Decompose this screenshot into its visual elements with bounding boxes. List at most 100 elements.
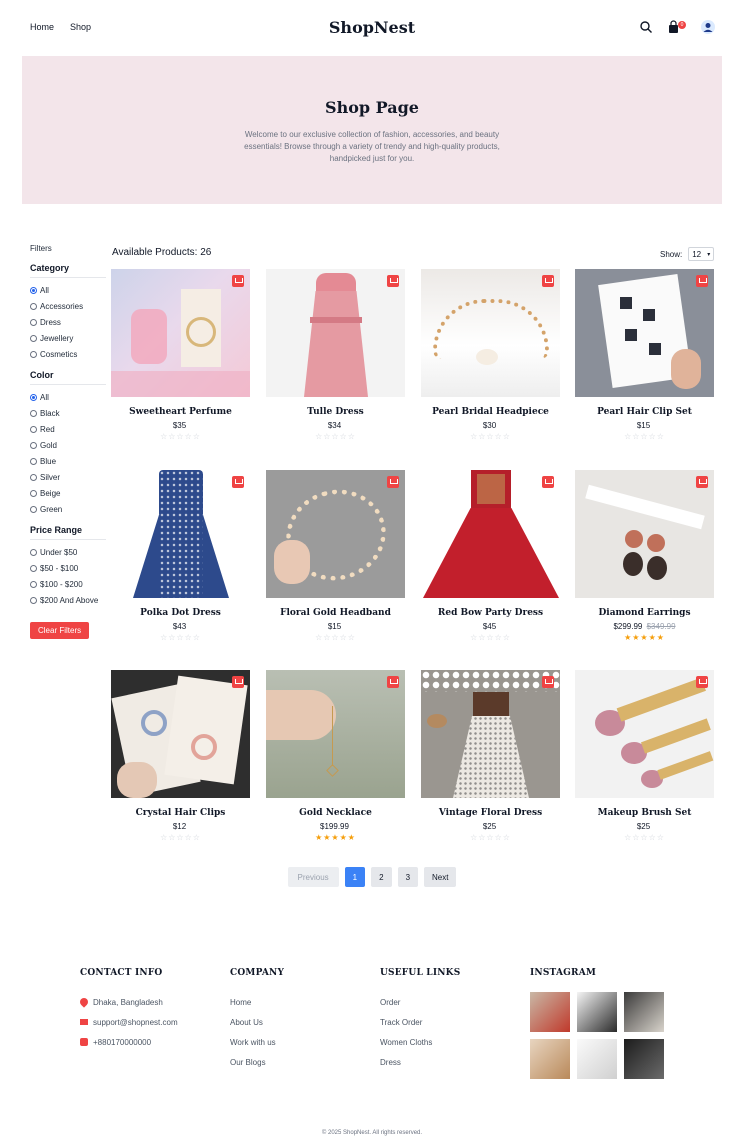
product-name[interactable]: Polka Dot Dress <box>111 608 250 618</box>
product-name[interactable]: Crystal Hair Clips <box>111 808 250 818</box>
product-name[interactable]: Gold Necklace <box>266 808 405 818</box>
footer-link[interactable]: Home <box>230 992 370 1012</box>
add-to-cart-icon[interactable] <box>542 275 554 287</box>
color-option[interactable]: Red <box>30 421 106 437</box>
product-card[interactable]: Red Bow Party Dress $45 ☆☆☆☆☆ <box>421 470 560 642</box>
radio-icon[interactable] <box>30 505 37 513</box>
add-to-cart-icon[interactable] <box>542 676 554 688</box>
add-to-cart-icon[interactable] <box>387 275 399 287</box>
product-card[interactable]: Tulle Dress $34 ☆☆☆☆☆ <box>266 269 405 441</box>
product-card[interactable]: Floral Gold Headband $15 ☆☆☆☆☆ <box>266 470 405 642</box>
product-card[interactable]: Pearl Bridal Headpiece $30 ☆☆☆☆☆ <box>421 269 560 441</box>
instagram-photo[interactable] <box>624 1039 664 1079</box>
color-option[interactable]: All <box>30 389 106 405</box>
product-card[interactable]: Sweetheart Perfume $35 ☆☆☆☆☆ <box>111 269 250 441</box>
product-card[interactable]: Vintage Floral Dress $25 ☆☆☆☆☆ <box>421 670 560 842</box>
price-option[interactable]: Under $50 <box>30 544 106 560</box>
category-option[interactable]: All <box>30 282 106 298</box>
radio-checked-icon[interactable] <box>30 286 37 294</box>
radio-icon[interactable] <box>30 334 37 342</box>
color-option[interactable]: Silver <box>30 469 106 485</box>
price-option[interactable]: $100 - $200 <box>30 576 106 592</box>
footer-link[interactable]: Track Order <box>380 1012 520 1032</box>
product-name[interactable]: Makeup Brush Set <box>575 808 714 818</box>
product-image[interactable] <box>575 269 714 397</box>
contact-phone[interactable]: +880170000000 <box>80 1032 220 1052</box>
radio-icon[interactable] <box>30 318 37 326</box>
instagram-photo[interactable] <box>577 992 617 1032</box>
color-option[interactable]: Black <box>30 405 106 421</box>
per-page-select[interactable]: 12 ▾ <box>688 247 715 261</box>
clear-filters-button[interactable]: Clear Filters <box>30 622 90 639</box>
add-to-cart-icon[interactable] <box>696 676 708 688</box>
product-name[interactable]: Floral Gold Headband <box>266 608 405 618</box>
page-button-3[interactable]: 3 <box>397 867 419 887</box>
price-option[interactable]: $200 And Above <box>30 592 106 608</box>
product-card[interactable]: Pearl Hair Clip Set $15 ☆☆☆☆☆ <box>575 269 714 441</box>
phone-text[interactable]: +880170000000 <box>93 1038 151 1047</box>
product-name[interactable]: Tulle Dress <box>266 407 405 417</box>
product-image[interactable] <box>111 670 250 798</box>
previous-page-button[interactable]: Previous <box>287 867 339 887</box>
radio-icon[interactable] <box>30 425 37 433</box>
product-name[interactable]: Vintage Floral Dress <box>421 808 560 818</box>
instagram-photo[interactable] <box>530 1039 570 1079</box>
footer-link[interactable]: Work with us <box>230 1032 370 1052</box>
product-image[interactable] <box>111 269 250 397</box>
color-option[interactable]: Gold <box>30 437 106 453</box>
search-icon[interactable] <box>639 20 653 34</box>
product-name[interactable]: Sweetheart Perfume <box>111 407 250 417</box>
radio-icon[interactable] <box>30 302 37 310</box>
radio-icon[interactable] <box>30 441 37 449</box>
add-to-cart-icon[interactable] <box>387 476 399 488</box>
radio-icon[interactable] <box>30 473 37 481</box>
product-card[interactable]: Polka Dot Dress $43 ☆☆☆☆☆ <box>111 470 250 642</box>
add-to-cart-icon[interactable] <box>696 476 708 488</box>
radio-icon[interactable] <box>30 548 37 556</box>
product-card[interactable]: Crystal Hair Clips $12 ☆☆☆☆☆ <box>111 670 250 842</box>
category-option[interactable]: Jewellery <box>30 330 106 346</box>
instagram-photo[interactable] <box>624 992 664 1032</box>
radio-icon[interactable] <box>30 350 37 358</box>
radio-checked-icon[interactable] <box>30 393 37 401</box>
product-card[interactable]: Gold Necklace $199.99 ★★★★★ <box>266 670 405 842</box>
product-image[interactable] <box>111 470 250 598</box>
add-to-cart-icon[interactable] <box>232 476 244 488</box>
product-image[interactable] <box>266 470 405 598</box>
add-to-cart-icon[interactable] <box>232 275 244 287</box>
page-button-2[interactable]: 2 <box>371 867 392 887</box>
footer-link[interactable]: About Us <box>230 1012 370 1032</box>
add-to-cart-icon[interactable] <box>542 476 554 488</box>
radio-icon[interactable] <box>30 489 37 497</box>
contact-email[interactable]: support@shopnest.com <box>80 1012 220 1032</box>
category-option[interactable]: Accessories <box>30 298 106 314</box>
color-option[interactable]: Blue <box>30 453 106 469</box>
product-image[interactable] <box>421 670 560 798</box>
product-name[interactable]: Red Bow Party Dress <box>421 608 560 618</box>
page-button-1[interactable]: 1 <box>344 867 366 887</box>
instagram-photo[interactable] <box>577 1039 617 1079</box>
radio-icon[interactable] <box>30 564 37 572</box>
product-card[interactable]: Makeup Brush Set $25 ☆☆☆☆☆ <box>575 670 714 842</box>
next-page-button[interactable]: Next <box>424 867 457 887</box>
product-image[interactable] <box>266 269 405 397</box>
product-image[interactable] <box>421 470 560 598</box>
product-image[interactable] <box>421 269 560 397</box>
brand-logo[interactable]: ShopNest <box>0 18 744 37</box>
price-option[interactable]: $50 - $100 <box>30 560 106 576</box>
product-name[interactable]: Diamond Earrings <box>575 608 714 618</box>
add-to-cart-icon[interactable] <box>387 676 399 688</box>
footer-link[interactable]: Women Cloths <box>380 1032 520 1052</box>
user-avatar-icon[interactable] <box>701 20 715 34</box>
product-card[interactable]: Diamond Earrings $299.99 $349.99 ★★★★★ <box>575 470 714 642</box>
product-image[interactable] <box>575 470 714 598</box>
color-option[interactable]: Beige <box>30 485 106 501</box>
radio-icon[interactable] <box>30 409 37 417</box>
radio-icon[interactable] <box>30 596 37 604</box>
category-option[interactable]: Dress <box>30 314 106 330</box>
add-to-cart-icon[interactable] <box>232 676 244 688</box>
color-option[interactable]: Green <box>30 501 106 517</box>
instagram-photo[interactable] <box>530 992 570 1032</box>
add-to-cart-icon[interactable] <box>696 275 708 287</box>
radio-icon[interactable] <box>30 457 37 465</box>
